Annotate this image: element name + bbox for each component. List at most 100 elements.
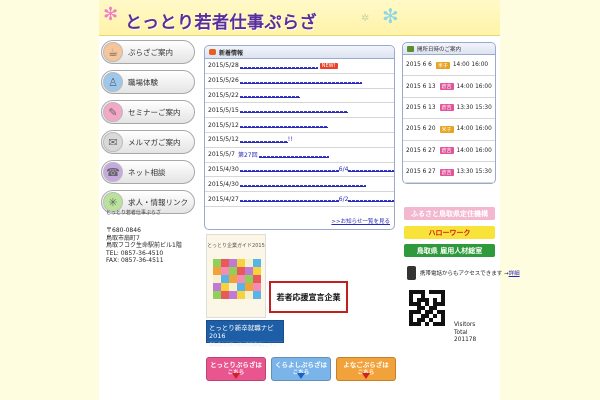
schedule-time: 14:00 16:00: [456, 147, 492, 154]
right-banner-1[interactable]: ハローワーク: [404, 226, 495, 239]
address-heading: とっとり若者仕事ぷらざ: [106, 210, 161, 216]
mosaic-tile: [221, 291, 229, 299]
news-link[interactable]: [239, 81, 362, 84]
news-item[interactable]: 2015/4/27 6/2: [205, 192, 394, 207]
mosaic-tile: [221, 283, 229, 291]
mobile-detail-link[interactable]: 詳細: [509, 269, 520, 277]
news-item[interactable]: 2015/5/26: [205, 74, 394, 89]
news-more-link[interactable]: >>お知らせ一覧を見る: [331, 217, 390, 225]
nav-item-3[interactable]: ✉ メルマガご案内: [101, 130, 195, 154]
visitor-count: 201178: [454, 337, 477, 343]
schedule-header: 開所日時のご案内: [403, 43, 495, 55]
news-item[interactable]: 2015/5/12: [205, 118, 394, 133]
mosaic-tile: [245, 291, 253, 299]
schedule-time: 13:30 15:30: [456, 104, 492, 111]
news-link[interactable]: [239, 185, 366, 188]
news-mid: 6/4: [338, 165, 349, 173]
schedule-row: 2015 6 20 米子 14:00 16:00: [403, 119, 495, 141]
mosaic-tile: [245, 275, 253, 283]
news-date: 2015/4/30: [208, 180, 239, 188]
mosaic-tile: [237, 259, 245, 267]
speech-bubble-icon: [209, 49, 216, 55]
sparkle-icon: ✳: [103, 192, 123, 212]
nav-item-2[interactable]: ✎ セミナーご案内: [101, 100, 195, 124]
calendar-icon: [407, 45, 414, 52]
news-link[interactable]: [239, 140, 288, 143]
news-link[interactable]: [239, 96, 300, 99]
company-guide-banner[interactable]: とっとり企業ガイド2015: [206, 234, 266, 318]
mosaic-tile: [229, 291, 237, 299]
location-badge: 倉吉: [439, 168, 454, 176]
branch-button-2[interactable]: よなごぷらざは こちら: [336, 357, 396, 381]
shinsotsu-navi-banner[interactable]: とっとり新卒就職ナビ2016 鳥取県内企業の新卒採用情報はこちら: [206, 320, 284, 347]
news-link[interactable]: [239, 111, 348, 114]
news-prefix: 第27回: [237, 152, 258, 160]
mosaic-tile: [253, 267, 261, 275]
news-date: 2015/5/12: [208, 136, 239, 144]
cafe-icon: ☕: [103, 42, 123, 62]
branch-button-1[interactable]: くらよしぷらざは こちら: [271, 357, 331, 381]
news-link[interactable]: [348, 170, 394, 173]
site-header: ✻ とっとり若者仕事ぷらざ ✲ ✻: [99, 0, 500, 36]
nav-item-label: ネット相談: [128, 167, 166, 177]
mosaic-tile: [221, 275, 229, 283]
schedule-row: 2015 6 27 倉吉 13:30 15:30: [403, 162, 495, 184]
news-date: 2015/4/30: [208, 165, 239, 173]
nav-item-1[interactable]: ♙ 職場体験: [101, 70, 195, 94]
mosaic-tile: [221, 259, 229, 267]
mosaic-tile: [221, 267, 229, 275]
branch-title: とっとりぷらざは: [210, 361, 262, 369]
star-icon: ✲: [361, 13, 370, 24]
news-item[interactable]: 2015/5/28 NEW!: [205, 59, 394, 74]
news-item[interactable]: 2015/5/7 第27回: [205, 148, 394, 163]
nav-item-0[interactable]: ☕ ぷらざご案内: [101, 40, 195, 64]
mosaic-tile: [237, 283, 245, 291]
side-nav: ☕ ぷらざご案内 ♙ 職場体験 ✎ セミナーご案内 ✉ メルマガご案内 ☎ ネット相談 ✳ 求人・情報…: [101, 40, 195, 220]
sengen-label: 若者応援宣言企業: [276, 291, 341, 302]
news-mid: 6/2: [338, 195, 349, 203]
news-link[interactable]: [239, 126, 328, 129]
news-item[interactable]: 2015/4/30 6/4: [205, 163, 394, 178]
news-title: 新着情報: [219, 49, 244, 57]
total-label: Total: [454, 329, 468, 336]
news-link[interactable]: [239, 170, 339, 173]
mosaic-tile: [245, 267, 253, 275]
mobile-access-link[interactable]: 携帯電話からもアクセスできます → 詳細: [407, 266, 520, 280]
schedule-date: 2015 6 13: [406, 83, 436, 90]
mosaic-tile: [237, 275, 245, 283]
schedule-time: 14:00 16:00: [456, 83, 492, 90]
phone-icon: ☎: [103, 162, 123, 182]
news-link[interactable]: [258, 155, 329, 158]
arrow-down-icon: [232, 373, 240, 379]
news-item[interactable]: 2015/5/22: [205, 89, 394, 104]
schedule-time: 14:00 16:00: [452, 62, 489, 69]
right-banner-2[interactable]: 鳥取県 雇用人材総室: [404, 244, 495, 257]
site-title[interactable]: とっとり若者仕事ぷらざ: [125, 8, 317, 33]
news-link[interactable]: [239, 66, 318, 69]
news-link[interactable]: [348, 200, 394, 203]
news-item[interactable]: 2015/5/15: [205, 103, 394, 119]
news-date: 2015/5/15: [208, 106, 239, 114]
address-block: とっとり若者仕事ぷらざ 〒680-0846 鳥取市扇町7 鳥取フコク生命駅前ビル…: [106, 210, 198, 264]
right-banner-0[interactable]: ふるさと鳥取県定住機構: [404, 207, 495, 220]
news-header: 新着情報: [205, 46, 394, 59]
youth-support-banner[interactable]: 若者応援宣言企業: [269, 281, 348, 313]
schedule-row: 2015 6 27 倉吉 14:00 16:00: [403, 141, 495, 162]
news-item[interactable]: 2015/4/30: [205, 177, 394, 193]
arrow-down-icon: [297, 373, 305, 379]
branch-button-0[interactable]: とっとりぷらざは こちら: [206, 357, 266, 381]
navi-subtitle: 鳥取県内企業の新卒採用情報はこちら: [209, 342, 277, 347]
news-date: 2015/5/7: [208, 151, 235, 159]
mosaic-tile: [253, 259, 261, 267]
mosaic-tile: [213, 283, 221, 291]
schedule-panel: 開所日時のご案内 2015 6 6 米子 14:00 16:00 2015 6 13 倉…: [402, 42, 496, 184]
qr-module: [441, 322, 445, 326]
news-item[interactable]: 2015/5/12!!: [205, 133, 394, 148]
news-link[interactable]: [239, 200, 339, 203]
nav-item-4[interactable]: ☎ ネット相談: [101, 160, 195, 184]
mosaic-tile: [213, 291, 221, 299]
mobile-phone-icon: [407, 266, 416, 280]
location-badge: 倉吉: [439, 83, 454, 91]
address-fax: FAX: 0857-36-4511: [106, 257, 164, 265]
schedule-time: 13:30 15:30: [456, 169, 492, 176]
